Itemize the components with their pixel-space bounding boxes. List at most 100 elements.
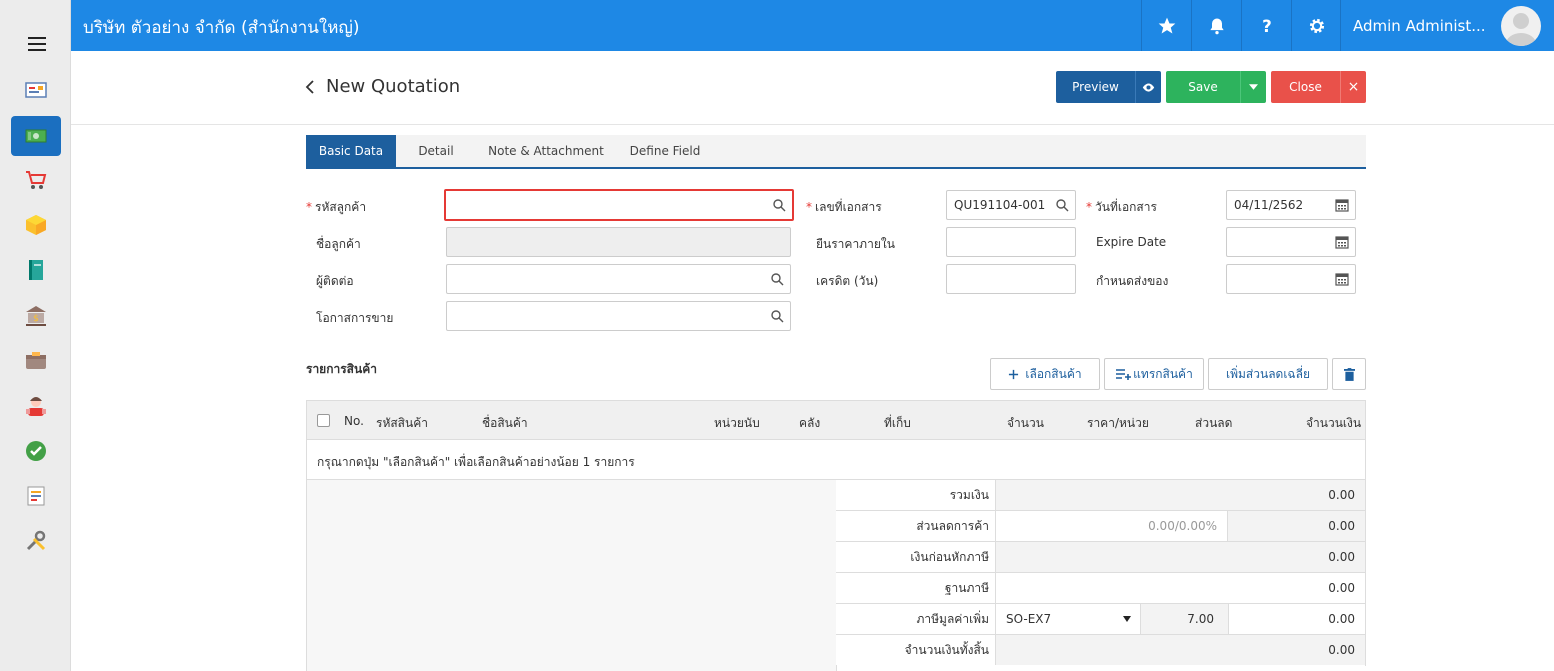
- avg-discount-button[interactable]: เพิ่มส่วนลดเฉลี่ย: [1208, 358, 1328, 390]
- book-icon[interactable]: [11, 250, 61, 290]
- col-unit[interactable]: หน่วยนับ: [714, 414, 760, 433]
- eye-icon: [1142, 82, 1155, 92]
- credit-label: เครดิต (วัน): [816, 274, 879, 288]
- avatar[interactable]: [1501, 6, 1541, 46]
- doc-no-input[interactable]: QU191104-001: [946, 190, 1076, 220]
- vat-label: ภาษีมูลค่าเพิ่ม: [836, 604, 996, 634]
- col-quantity[interactable]: จำนวน: [1007, 414, 1044, 433]
- col-no[interactable]: No.: [344, 414, 364, 428]
- document-icon[interactable]: [11, 476, 61, 516]
- caret-down-icon: [1123, 616, 1131, 622]
- close-button[interactable]: Close: [1271, 71, 1340, 103]
- product-table-header: No. รหัสสินค้า ชื่อสินค้า หน่วยนับ คลัง …: [306, 400, 1366, 440]
- delivery-date-label: กำหนดส่งของ: [1096, 274, 1169, 288]
- before-tax-label: เงินก่อนหักภาษี: [836, 542, 996, 572]
- money-icon[interactable]: [11, 116, 61, 156]
- credit-input[interactable]: [946, 264, 1076, 294]
- col-product-code[interactable]: รหัสสินค้า: [376, 414, 428, 433]
- search-icon[interactable]: [772, 198, 786, 212]
- plus-icon: [1009, 369, 1019, 379]
- col-unit-price[interactable]: ราคา/หน่วย: [1087, 414, 1149, 433]
- tab-note-attachment[interactable]: Note & Attachment: [481, 135, 611, 167]
- grand-total-label: จำนวนเงินทั้งสิ้น: [836, 635, 996, 665]
- doc-date-label: * วันที่เอกสาร: [1086, 200, 1157, 214]
- products-section-title: รายการสินค้า: [306, 362, 377, 376]
- contact-input[interactable]: [446, 264, 791, 294]
- tab-detail[interactable]: Detail: [406, 135, 466, 167]
- notification-button[interactable]: [1191, 0, 1241, 51]
- tab-basic-data[interactable]: Basic Data: [306, 135, 396, 167]
- vat-code-select[interactable]: SO-EX7: [996, 604, 1141, 634]
- delete-button[interactable]: [1332, 358, 1366, 390]
- col-warehouse[interactable]: คลัง: [799, 414, 820, 433]
- tax-base-label: ฐานภาษี: [836, 573, 996, 603]
- subtotal-value: 0.00: [996, 480, 1365, 510]
- price-valid-label: ยืนราคาภายใน: [816, 237, 895, 251]
- back-icon[interactable]: [303, 79, 317, 95]
- product-table-empty-row: กรุณากดปุ่ม "เลือกสินค้า" เพื่อเลือกสินค…: [306, 440, 1366, 480]
- col-location[interactable]: ที่เก็บ: [884, 414, 911, 433]
- help-button[interactable]: ?: [1241, 0, 1291, 51]
- select-product-button[interactable]: เลือกสินค้า: [990, 358, 1100, 390]
- col-amount[interactable]: จำนวนเงิน: [1306, 414, 1361, 433]
- tax-base-value[interactable]: 0.00: [996, 573, 1365, 603]
- user-name[interactable]: Admin Administ...: [1353, 17, 1486, 35]
- summary-grand-total-row: จำนวนเงินทั้งสิ้น 0.00: [836, 635, 1366, 666]
- summary-trade-discount-row: ส่วนลดการค้า 0.00/0.00% 0.00: [836, 511, 1366, 542]
- settings-button[interactable]: [1291, 0, 1341, 51]
- select-all-checkbox[interactable]: [317, 414, 330, 427]
- search-icon[interactable]: [1055, 198, 1069, 212]
- summary-tax-base-row: ฐานภาษี 0.00: [836, 573, 1366, 604]
- save-dropdown-button[interactable]: [1240, 71, 1266, 103]
- check-icon[interactable]: [11, 431, 61, 471]
- empty-message: กรุณากดปุ่ม "เลือกสินค้า" เพื่อเลือกสินค…: [317, 455, 635, 469]
- trade-discount-value: 0.00: [1228, 511, 1365, 541]
- grand-total-value: 0.00: [996, 635, 1365, 665]
- favorite-button[interactable]: [1141, 0, 1191, 51]
- company-name[interactable]: บริษัท ตัวอย่าง จำกัด (สำนักงานใหญ่): [83, 14, 360, 41]
- user-menu[interactable]: Admin Administ...: [1340, 0, 1554, 51]
- dashboard-icon[interactable]: [11, 70, 61, 110]
- delivery-date-input[interactable]: [1226, 264, 1356, 294]
- save-button[interactable]: Save: [1166, 71, 1240, 103]
- tab-define-field[interactable]: Define Field: [621, 135, 709, 167]
- search-icon[interactable]: [770, 272, 784, 286]
- price-valid-input[interactable]: [946, 227, 1076, 257]
- calendar-icon[interactable]: [1335, 272, 1349, 286]
- sidebar: $: [0, 0, 71, 671]
- close-x-button[interactable]: ×: [1340, 71, 1366, 103]
- page-title: New Quotation: [326, 76, 461, 97]
- col-product-name[interactable]: ชื่อสินค้า: [482, 414, 528, 433]
- before-tax-value: 0.00: [996, 542, 1365, 572]
- question-icon: ?: [1262, 16, 1272, 35]
- tools-icon[interactable]: [11, 521, 61, 561]
- doc-date-input[interactable]: 04/11/2562: [1226, 190, 1356, 220]
- col-discount[interactable]: ส่วนลด: [1195, 414, 1232, 433]
- customer-code-input[interactable]: [444, 189, 794, 221]
- calendar-icon[interactable]: [1335, 198, 1349, 212]
- trash-icon: [1343, 367, 1355, 381]
- calendar-icon[interactable]: [1335, 235, 1349, 249]
- subtotal-label: รวมเงิน: [836, 480, 996, 510]
- preview-eye-button[interactable]: [1135, 71, 1161, 103]
- wallet-icon[interactable]: [11, 341, 61, 381]
- summary-before-tax-row: เงินก่อนหักภาษี 0.00: [836, 542, 1366, 573]
- expire-date-input[interactable]: [1226, 227, 1356, 257]
- bell-icon: [1209, 18, 1224, 34]
- tab-bar: Basic Data Detail Note & Attachment Defi…: [306, 135, 1366, 169]
- vat-rate-value: 7.00: [1141, 604, 1229, 634]
- people-icon[interactable]: [11, 386, 61, 426]
- summary-spacer: [306, 480, 837, 671]
- summary-subtotal-row: รวมเงิน 0.00: [836, 480, 1366, 511]
- preview-button[interactable]: Preview: [1056, 71, 1135, 103]
- bank-icon[interactable]: $: [11, 296, 61, 336]
- box-icon[interactable]: [11, 205, 61, 245]
- insert-product-button[interactable]: แทรกสินค้า: [1104, 358, 1204, 390]
- trade-discount-input[interactable]: 0.00/0.00%: [996, 511, 1228, 541]
- menu-icon[interactable]: [28, 37, 46, 51]
- opportunity-input[interactable]: [446, 301, 791, 331]
- search-icon[interactable]: [770, 309, 784, 323]
- svg-text:$: $: [33, 314, 39, 324]
- caret-down-icon: [1249, 84, 1258, 90]
- cart-icon[interactable]: [11, 160, 61, 200]
